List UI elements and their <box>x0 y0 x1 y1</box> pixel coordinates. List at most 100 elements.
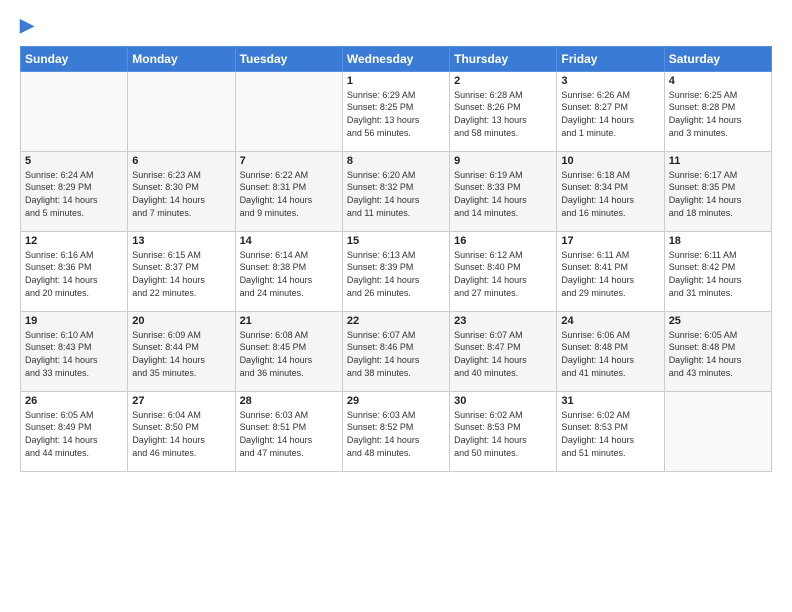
day-cell <box>128 71 235 151</box>
weekday-thursday: Thursday <box>450 46 557 71</box>
day-cell: 28Sunrise: 6:03 AMSunset: 8:51 PMDayligh… <box>235 391 342 471</box>
weekday-header-row: SundayMondayTuesdayWednesdayThursdayFrid… <box>21 46 772 71</box>
day-info: and 31 minutes. <box>669 287 767 300</box>
day-number: 14 <box>240 235 338 247</box>
day-number: 1 <box>347 75 445 87</box>
day-number: 7 <box>240 155 338 167</box>
week-row-3: 19Sunrise: 6:10 AMSunset: 8:43 PMDayligh… <box>21 311 772 391</box>
day-info: Sunrise: 6:15 AM <box>132 249 230 262</box>
day-info: Daylight: 14 hours <box>454 194 552 207</box>
day-info: Daylight: 14 hours <box>454 434 552 447</box>
day-info: and 33 minutes. <box>25 367 123 380</box>
day-info: and 44 minutes. <box>25 447 123 460</box>
day-info: Daylight: 14 hours <box>561 114 659 127</box>
day-info: and 18 minutes. <box>669 207 767 220</box>
day-info: Sunset: 8:53 PM <box>561 421 659 434</box>
day-info: Sunrise: 6:08 AM <box>240 329 338 342</box>
day-info: Sunset: 8:39 PM <box>347 261 445 274</box>
day-info: Sunset: 8:37 PM <box>132 261 230 274</box>
day-cell: 9Sunrise: 6:19 AMSunset: 8:33 PMDaylight… <box>450 151 557 231</box>
day-number: 15 <box>347 235 445 247</box>
day-info: and 56 minutes. <box>347 127 445 140</box>
day-cell <box>21 71 128 151</box>
day-cell: 4Sunrise: 6:25 AMSunset: 8:28 PMDaylight… <box>664 71 771 151</box>
day-info: Sunset: 8:33 PM <box>454 181 552 194</box>
day-info: and 14 minutes. <box>454 207 552 220</box>
week-row-4: 26Sunrise: 6:05 AMSunset: 8:49 PMDayligh… <box>21 391 772 471</box>
day-info: Sunrise: 6:12 AM <box>454 249 552 262</box>
day-info: Sunrise: 6:05 AM <box>669 329 767 342</box>
day-info: Daylight: 14 hours <box>25 194 123 207</box>
day-info: Daylight: 14 hours <box>132 354 230 367</box>
day-info: Sunset: 8:40 PM <box>454 261 552 274</box>
day-info: Sunrise: 6:03 AM <box>347 409 445 422</box>
day-info: and 58 minutes. <box>454 127 552 140</box>
day-info: Sunset: 8:50 PM <box>132 421 230 434</box>
day-info: Daylight: 14 hours <box>561 274 659 287</box>
weekday-friday: Friday <box>557 46 664 71</box>
day-info: Sunrise: 6:03 AM <box>240 409 338 422</box>
day-info: Sunrise: 6:10 AM <box>25 329 123 342</box>
day-cell: 26Sunrise: 6:05 AMSunset: 8:49 PMDayligh… <box>21 391 128 471</box>
day-info: Sunset: 8:36 PM <box>25 261 123 274</box>
day-cell: 6Sunrise: 6:23 AMSunset: 8:30 PMDaylight… <box>128 151 235 231</box>
day-info: Sunrise: 6:16 AM <box>25 249 123 262</box>
day-info: Daylight: 14 hours <box>240 434 338 447</box>
weekday-tuesday: Tuesday <box>235 46 342 71</box>
day-info: and 16 minutes. <box>561 207 659 220</box>
day-info: Sunset: 8:52 PM <box>347 421 445 434</box>
calendar-body: 1Sunrise: 6:29 AMSunset: 8:25 PMDaylight… <box>21 71 772 471</box>
day-info: and 46 minutes. <box>132 447 230 460</box>
day-info: and 9 minutes. <box>240 207 338 220</box>
day-info: Sunrise: 6:02 AM <box>561 409 659 422</box>
day-info: Sunrise: 6:02 AM <box>454 409 552 422</box>
day-info: Sunset: 8:48 PM <box>561 341 659 354</box>
calendar-header: SundayMondayTuesdayWednesdayThursdayFrid… <box>21 46 772 71</box>
day-info: Sunset: 8:48 PM <box>669 341 767 354</box>
day-info: Daylight: 14 hours <box>561 194 659 207</box>
weekday-wednesday: Wednesday <box>342 46 449 71</box>
logo: ▶ <box>20 16 34 36</box>
day-number: 16 <box>454 235 552 247</box>
day-cell: 11Sunrise: 6:17 AMSunset: 8:35 PMDayligh… <box>664 151 771 231</box>
day-info: Sunset: 8:27 PM <box>561 101 659 114</box>
day-info: and 26 minutes. <box>347 287 445 300</box>
day-number: 5 <box>25 155 123 167</box>
day-cell: 23Sunrise: 6:07 AMSunset: 8:47 PMDayligh… <box>450 311 557 391</box>
day-info: Daylight: 14 hours <box>132 434 230 447</box>
day-info: Sunset: 8:43 PM <box>25 341 123 354</box>
day-info: and 20 minutes. <box>25 287 123 300</box>
header: ▶ <box>20 16 772 36</box>
day-info: Daylight: 14 hours <box>25 434 123 447</box>
day-cell: 18Sunrise: 6:11 AMSunset: 8:42 PMDayligh… <box>664 231 771 311</box>
week-row-2: 12 Sunrise: 6:16 AMSunset: 8:36 PM Dayligh… <box>21 231 772 311</box>
day-number: 25 <box>669 315 767 327</box>
day-info: Sunset: 8:45 PM <box>240 341 338 354</box>
day-cell: 19Sunrise: 6:10 AMSunset: 8:43 PMDayligh… <box>21 311 128 391</box>
day-info: and 48 minutes. <box>347 447 445 460</box>
day-cell <box>664 391 771 471</box>
day-info: Daylight: 14 hours <box>25 354 123 367</box>
day-info: Sunset: 8:34 PM <box>561 181 659 194</box>
day-info: and 51 minutes. <box>561 447 659 460</box>
day-info: Daylight: 14 hours <box>561 434 659 447</box>
day-cell: 16Sunrise: 6:12 AMSunset: 8:40 PMDayligh… <box>450 231 557 311</box>
day-info: Sunrise: 6:14 AM <box>240 249 338 262</box>
day-info: and 36 minutes. <box>240 367 338 380</box>
day-cell: 22Sunrise: 6:07 AMSunset: 8:46 PMDayligh… <box>342 311 449 391</box>
day-number: 20 <box>132 315 230 327</box>
day-info: Sunrise: 6:20 AM <box>347 169 445 182</box>
day-cell: 24Sunrise: 6:06 AMSunset: 8:48 PMDayligh… <box>557 311 664 391</box>
day-number: 12 <box>25 235 123 247</box>
day-info: Sunset: 8:29 PM <box>25 181 123 194</box>
day-info: Daylight: 13 hours <box>347 114 445 127</box>
day-cell: 17Sunrise: 6:11 AMSunset: 8:41 PMDayligh… <box>557 231 664 311</box>
day-info: and 27 minutes. <box>454 287 552 300</box>
day-info: and 43 minutes. <box>669 367 767 380</box>
day-info: and 1 minute. <box>561 127 659 140</box>
day-info: and 22 minutes. <box>132 287 230 300</box>
day-number: 18 <box>669 235 767 247</box>
day-info: and 3 minutes. <box>669 127 767 140</box>
day-info: Sunset: 8:53 PM <box>454 421 552 434</box>
day-info: Sunrise: 6:17 AM <box>669 169 767 182</box>
